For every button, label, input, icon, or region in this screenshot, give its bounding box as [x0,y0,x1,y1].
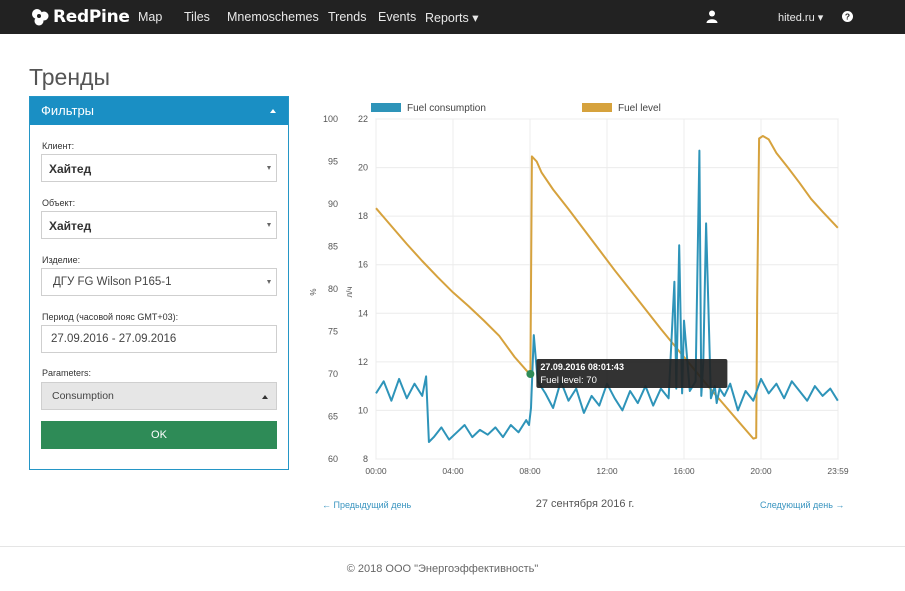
legend-swatch-consumption [371,103,401,112]
page-title: Тренды [29,64,110,90]
y-left-tick-label: 100 [323,114,338,124]
parameters-value: Consumption [52,390,114,402]
product-label: Изделие: [42,255,81,265]
question-icon[interactable]: ? [842,11,853,22]
x-tick-label: 08:00 [519,466,541,476]
y-right-tick-label: 8 [363,454,368,464]
product-select[interactable]: ДГУ FG Wilson P165-1 [41,268,277,296]
y-right-tick-label: 22 [358,114,368,124]
nav-item-reports[interactable]: Reports ▾ [425,10,479,25]
x-tick-label: 00:00 [365,466,387,476]
svg-text:?: ? [845,12,850,22]
footer-divider [0,546,905,547]
parameters-select[interactable]: Consumption [41,382,277,410]
object-select[interactable]: Хайтед [41,211,277,239]
y-right-axis-label: л/ч [345,286,354,297]
nav-item-events[interactable]: Events [378,10,416,24]
period-value: 27.09.2016 - 27.09.2016 [51,333,177,345]
chevron-down-icon [267,280,271,284]
brand[interactable]: RedPine [30,5,130,29]
trend-chart[interactable]: 8 10 12 14 16 18 20 22 60 65 70 75 80 85 90 95 100 00:00 0… [300,96,860,486]
client-label: Клиент: [42,141,75,151]
filters-panel-header[interactable]: Фильтры [30,97,288,125]
top-navbar: RedPine Map Tiles Mnemoschemes Trends Ev… [0,0,905,34]
product-value: ДГУ FG Wilson P165-1 [53,276,172,288]
filters-title: Фильтры [41,103,95,118]
redpine-logo-icon [32,9,49,26]
legend-label-consumption: Fuel consumption [407,103,486,114]
y-left-tick-label: 90 [328,199,338,209]
x-tick-label: 16:00 [673,466,695,476]
chevron-up-icon [262,395,268,399]
period-label: Период (часовой пояс GMT+03): [42,312,179,322]
y-right-tick-label: 12 [358,357,368,367]
next-day-link[interactable]: Следующий день → [760,500,844,510]
y-left-axis-label: % [309,288,318,295]
client-value: Хайтед [49,162,92,176]
nav-item-tiles[interactable]: Tiles [184,10,210,24]
y-right-tick-label: 18 [358,211,368,221]
nav-item-mnemoschemes[interactable]: Mnemoschemes [227,10,319,24]
y-left-tick-label: 85 [328,242,338,252]
client-select[interactable]: Хайтед [41,154,277,182]
legend-label-level: Fuel level [618,103,661,114]
y-left-tick-label: 75 [328,327,338,337]
parameters-label: Parameters: [42,368,92,378]
footer-copyright: © 2018 ООО "Энергоэффективность" [346,563,539,575]
legend-swatch-level [582,103,612,112]
filters-panel: Фильтры Клиент: Хайтед Объект: Хайтед Из… [29,96,289,470]
chevron-down-icon [267,223,271,227]
x-tick-label: 20:00 [750,466,772,476]
x-tick-label: 23:59 [827,466,849,476]
y-left-tick-label: 65 [328,412,338,422]
y-left-tick-label: 60 [328,454,338,464]
y-left-tick-label: 70 [328,369,338,379]
period-input[interactable]: 27.09.2016 - 27.09.2016 [41,325,277,353]
brand-name: RedPine [53,7,130,27]
y-right-tick-label: 14 [358,308,368,318]
user-menu[interactable]: hited.ru ▾ [778,11,823,24]
object-label: Объект: [42,198,76,208]
tooltip-marker [526,370,535,378]
tooltip-title: 27.09.2016 08:01:43 [540,362,624,372]
x-tick-label: 12:00 [596,466,618,476]
y-left-tick-label: 95 [328,157,338,167]
nav-item-trends[interactable]: Trends [328,10,366,24]
ok-button[interactable]: OK [41,421,277,449]
y-right-tick-label: 20 [358,163,368,173]
x-tick-label: 04:00 [442,466,464,476]
tooltip-value: Fuel level: 70 [540,375,597,386]
y-right-tick-label: 10 [358,405,368,415]
collapse-caret-icon[interactable] [270,109,276,113]
user-icon[interactable] [706,10,718,23]
nav-item-map[interactable]: Map [138,10,162,24]
object-value: Хайтед [49,219,92,233]
chevron-down-icon [267,166,271,170]
y-right-tick-label: 16 [358,260,368,270]
y-left-tick-label: 80 [328,284,338,294]
